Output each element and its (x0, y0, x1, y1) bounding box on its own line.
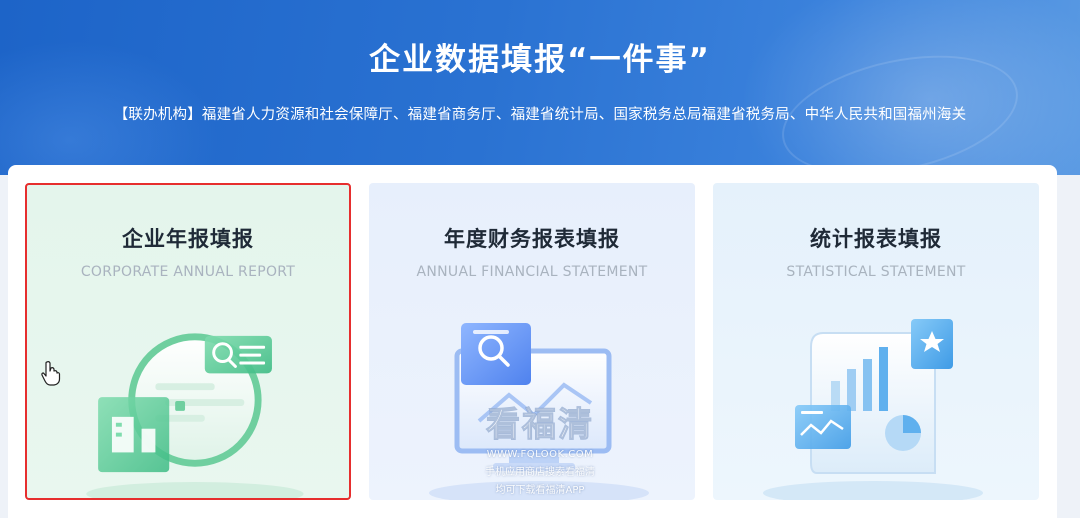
organizers-text: 【联办机构】福建省人力资源和社会保障厅、福建省商务厅、福建省统计局、国家税务总局… (113, 107, 967, 123)
watermark-brand: 看福清 (486, 405, 594, 446)
watermark-url: WWW.FQLOOK.COM (486, 449, 594, 460)
card-subtitle: CORPORATE ANNUAL REPORT (80, 264, 296, 280)
card-title: 年度财务报表填报 (444, 227, 620, 251)
header-banner: 企业数据填报“一件事” 【联办机构】福建省人力资源和社会保障厅、福建省商务厅、福… (0, 0, 1080, 175)
watermark: 看福清 WWW.FQLOOK.COM 手机应用商店搜索看福清 均可下载看福清AP… (470, 405, 610, 497)
card-subtitle: ANNUAL FINANCIAL STATEMENT (416, 264, 648, 280)
statistical-statement-illustration-icon (763, 319, 983, 500)
page-title: 企业数据填报“一件事” (369, 42, 711, 78)
watermark-line-2: 均可下载看福清APP (495, 485, 585, 496)
card-title: 企业年报填报 (122, 227, 254, 251)
card-statistical-statement[interactable]: 统计报表填报 STATISTICAL STATEMENT (713, 183, 1039, 500)
hand-pointer-icon (41, 361, 61, 386)
card-title: 统计报表填报 (810, 227, 942, 251)
card-subtitle: STATISTICAL STATEMENT (786, 264, 966, 280)
watermark-line-1: 手机应用商店搜索看福清 (485, 467, 595, 478)
card-corporate-annual-report[interactable]: 企业年报填报 CORPORATE ANNUAL REPORT (25, 183, 351, 500)
annual-report-illustration-icon (86, 333, 304, 498)
